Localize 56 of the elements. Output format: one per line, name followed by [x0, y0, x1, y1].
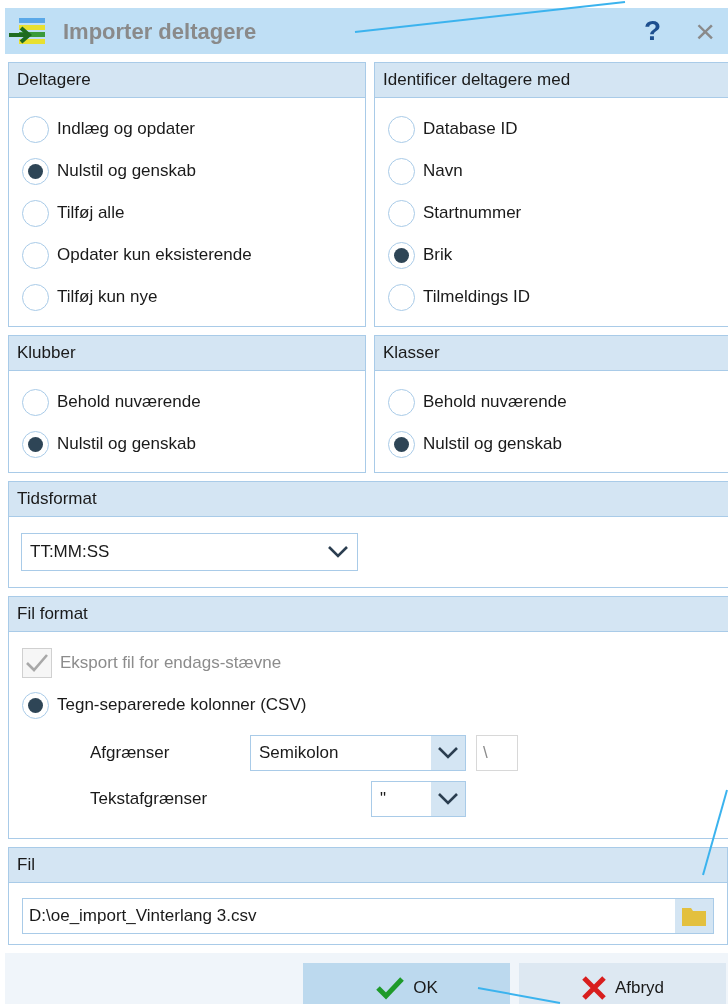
panel-title: Deltagere: [9, 63, 365, 98]
list-arrow-icon: [7, 16, 47, 46]
field-label: Afgrænser: [89, 742, 171, 765]
radio-label: Behold nuværende: [423, 391, 567, 414]
radio-button[interactable]: [22, 388, 49, 416]
panel-title: Fil: [9, 848, 727, 883]
radio-label: Tilmeldings ID: [423, 286, 531, 309]
radio-label: Behold nuværende: [57, 391, 201, 414]
panel-title: Fil format: [9, 597, 728, 632]
radio-button[interactable]: [388, 388, 415, 416]
delimiter-dropdown[interactable]: Semikolon: [250, 735, 466, 771]
close-icon: [580, 975, 607, 1001]
radio-label: Brik: [423, 244, 453, 267]
panel-title: Klasser: [375, 336, 728, 371]
radio-label: Nulstil og genskab: [57, 160, 196, 183]
radio-button[interactable]: [22, 691, 49, 719]
ok-button[interactable]: OK: [303, 963, 510, 1004]
file-path-field[interactable]: D:\oe_import_Vinterlang 3.csv: [22, 898, 714, 934]
cancel-button[interactable]: Afbryd: [519, 963, 726, 1004]
radio-button[interactable]: [388, 430, 415, 458]
radio-button[interactable]: [22, 430, 49, 458]
radio-label: Navn: [423, 160, 463, 183]
folder-icon: [681, 905, 707, 927]
radio-label: Startnummer: [423, 202, 522, 225]
radio-label: Opdater kun eksisterende: [57, 244, 252, 267]
panel-title: Klubber: [9, 336, 365, 371]
browse-button[interactable]: [675, 899, 713, 933]
panel-title: Tidsformat: [9, 482, 728, 517]
field-label: Tekstafgrænser: [89, 788, 209, 811]
chevron-down-icon: [437, 792, 459, 806]
window-title: Importer deltagere: [63, 17, 257, 46]
checkmark-icon: [375, 976, 406, 1000]
radio-label: Tilføj kun nye: [57, 286, 158, 309]
help-button[interactable]: ?: [642, 17, 664, 45]
radio-button[interactable]: [388, 157, 415, 185]
panel-title: Identificer deltagere med: [375, 63, 728, 98]
radio-button[interactable]: [22, 199, 49, 227]
radio-label: Tegn-separerede kolonner (CSV): [57, 694, 307, 717]
radio-label: Tilføj alle: [57, 202, 125, 225]
radio-button[interactable]: [22, 241, 49, 269]
chevron-down-icon: [327, 545, 349, 559]
chevron-down-icon: [437, 746, 459, 760]
radio-button[interactable]: [388, 115, 415, 143]
radio-button[interactable]: [388, 199, 415, 227]
checkbox-label: Eksport fil for endags-stævne: [60, 652, 282, 675]
radio-button[interactable]: [22, 115, 49, 143]
time-format-dropdown[interactable]: TT:MM:SS: [21, 533, 358, 571]
radio-button[interactable]: [22, 283, 49, 311]
text-delimiter-dropdown[interactable]: ": [371, 781, 466, 817]
radio-button[interactable]: [22, 157, 49, 185]
radio-button[interactable]: [388, 241, 415, 269]
radio-label: Nulstil og genskab: [57, 433, 196, 456]
radio-label: Database ID: [423, 118, 518, 141]
radio-label: Indlæg og opdater: [57, 118, 195, 141]
radio-button[interactable]: [388, 283, 415, 311]
radio-label: Nulstil og genskab: [423, 433, 562, 456]
